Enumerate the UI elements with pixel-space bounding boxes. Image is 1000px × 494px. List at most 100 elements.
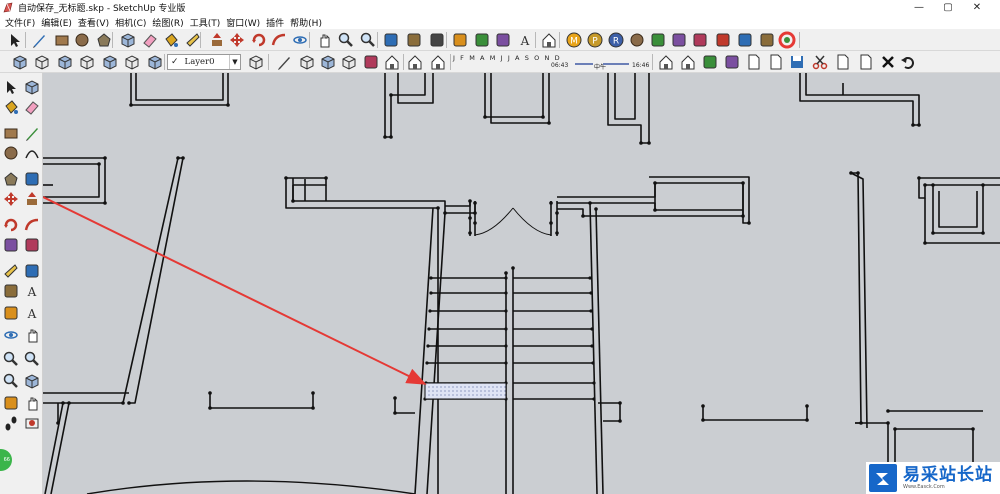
scale-icon[interactable] — [1, 235, 20, 254]
house-icon-2[interactable] — [405, 53, 424, 71]
move-icon[interactable] — [227, 31, 246, 49]
undo-icon[interactable] — [898, 53, 917, 71]
pan-icon[interactable] — [22, 325, 41, 344]
rotate-icon[interactable] — [249, 31, 268, 49]
tape-measure-icon[interactable] — [1, 261, 20, 280]
house-icon-4[interactable] — [656, 53, 675, 71]
info-plugin-icon[interactable] — [627, 31, 646, 49]
protractor-icon[interactable] — [1, 281, 20, 300]
orbit-icon[interactable] — [1, 325, 20, 344]
look-around-icon[interactable] — [22, 393, 41, 412]
eraser-icon[interactable] — [140, 31, 159, 49]
push-pull-icon[interactable] — [22, 189, 41, 208]
push-pull-icon[interactable] — [207, 31, 226, 49]
new-file-icon[interactable] — [743, 53, 762, 71]
zoom-extents-icon[interactable] — [358, 31, 377, 49]
dimension-icon[interactable] — [22, 261, 41, 280]
right-view-icon[interactable] — [77, 53, 96, 71]
plugin-d-icon[interactable] — [735, 31, 754, 49]
share-model-icon[interactable] — [450, 31, 469, 49]
rectangle-icon[interactable] — [52, 31, 71, 49]
xray-icon[interactable] — [145, 53, 164, 71]
paste-icon[interactable] — [855, 53, 874, 71]
zoom-icon[interactable] — [336, 31, 355, 49]
back-view-icon[interactable] — [100, 53, 119, 71]
toggle-terrain-icon[interactable] — [404, 31, 423, 49]
orbit-icon[interactable] — [290, 31, 309, 49]
select-icon[interactable] — [5, 31, 24, 49]
pan-icon[interactable] — [314, 31, 333, 49]
iso-view-icon[interactable] — [10, 53, 29, 71]
zoom-window-icon[interactable] — [22, 349, 41, 368]
circle-icon[interactable] — [72, 31, 91, 49]
wireframe-icon[interactable] — [246, 53, 265, 71]
pencil-icon[interactable] — [29, 31, 48, 49]
shadow-time-slider-left[interactable] — [575, 63, 593, 65]
save-icon[interactable] — [787, 53, 806, 71]
hidden-line-icon[interactable] — [274, 53, 293, 71]
previous-view-icon[interactable] — [22, 371, 41, 390]
zoom-icon[interactable] — [1, 349, 20, 368]
layer-dropdown[interactable]: ✓ Layer0 ▼ — [167, 54, 241, 70]
warehouse-icon[interactable] — [539, 31, 558, 49]
shadow-toggle-icon[interactable] — [700, 53, 719, 71]
delete-icon[interactable] — [878, 53, 897, 71]
left-view-icon[interactable] — [122, 53, 141, 71]
cut-icon[interactable] — [810, 53, 829, 71]
follow-me-icon[interactable] — [22, 215, 41, 234]
drawing-viewport[interactable] — [43, 73, 1000, 494]
plugin-b-icon[interactable] — [690, 31, 709, 49]
circle-icon[interactable] — [1, 143, 20, 162]
text-icon[interactable]: A — [22, 281, 41, 300]
3d-text-icon[interactable]: A — [22, 303, 41, 322]
section-plane-icon[interactable] — [22, 413, 41, 432]
menu-window[interactable]: 窗口(W) — [223, 16, 263, 29]
follow-me-icon[interactable] — [269, 31, 288, 49]
open-file-icon[interactable] — [765, 53, 784, 71]
component-icon[interactable] — [22, 77, 41, 96]
rotate-icon[interactable] — [1, 215, 20, 234]
layer-manager-icon[interactable] — [361, 53, 380, 71]
menu-tools[interactable]: 工具(T) — [187, 16, 224, 29]
polygon-icon[interactable] — [1, 169, 20, 188]
top-view-icon[interactable] — [32, 53, 51, 71]
menu-help[interactable]: 帮助(H) — [287, 16, 325, 29]
paint-bucket-icon[interactable] — [1, 97, 20, 116]
make-component-icon[interactable] — [118, 31, 137, 49]
m-plugin-icon[interactable]: M — [564, 31, 583, 49]
photo-texture-icon[interactable]: A — [515, 31, 534, 49]
get-models-icon[interactable] — [427, 31, 446, 49]
p-plugin-icon[interactable]: P — [585, 31, 604, 49]
menu-plugins[interactable]: 插件 — [263, 16, 287, 29]
google-earth-icon[interactable] — [472, 31, 491, 49]
plugin-e-icon[interactable] — [757, 31, 776, 49]
textured-icon[interactable] — [318, 53, 337, 71]
plugin-c-icon[interactable] — [713, 31, 732, 49]
sun-plugin-icon[interactable] — [648, 31, 667, 49]
shaded-icon[interactable] — [297, 53, 316, 71]
chevron-down-icon[interactable]: ▼ — [229, 55, 240, 69]
zoom-extents-icon[interactable] — [1, 371, 20, 390]
position-camera-icon[interactable] — [1, 393, 20, 412]
front-view-icon[interactable] — [55, 53, 74, 71]
paint-bucket-icon[interactable] — [161, 31, 180, 49]
house-icon-5[interactable] — [678, 53, 697, 71]
eraser-icon[interactable] — [22, 97, 41, 116]
monochrome-icon[interactable] — [339, 53, 358, 71]
rectangle-icon[interactable] — [1, 123, 20, 142]
r-plugin-icon[interactable]: R — [606, 31, 625, 49]
add-location-icon[interactable] — [381, 31, 400, 49]
copy-icon[interactable] — [832, 53, 851, 71]
plugin-a-icon[interactable] — [669, 31, 688, 49]
menu-edit[interactable]: 编辑(E) — [38, 16, 75, 29]
polygon-icon[interactable] — [94, 31, 113, 49]
arc-icon[interactable] — [22, 143, 41, 162]
menu-camera[interactable]: 相机(C) — [112, 16, 149, 29]
offset-icon[interactable] — [22, 235, 41, 254]
walk-icon[interactable] — [1, 413, 20, 432]
axes-icon[interactable] — [1, 303, 20, 322]
maximize-button[interactable]: ▢ — [934, 0, 962, 15]
move-icon[interactable] — [1, 189, 20, 208]
freehand-icon[interactable] — [22, 169, 41, 188]
minimize-button[interactable]: — — [905, 0, 933, 15]
